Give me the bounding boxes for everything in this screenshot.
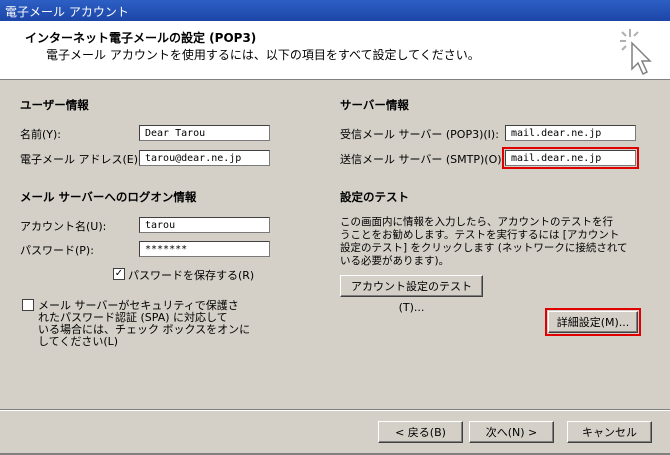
server-info-heading: サーバー情報 xyxy=(340,98,409,112)
next-button[interactable]: 次へ(N) > xyxy=(469,421,554,443)
password-label: パスワード(P): xyxy=(20,244,94,257)
header-subtitle: 電子メール アカウントを使用するには、以下の項目をすべて設定してください。 xyxy=(46,48,480,62)
incoming-server-field[interactable]: mail.dear.ne.jp xyxy=(505,125,636,141)
account-field[interactable]: tarou xyxy=(139,217,270,233)
spa-checkbox[interactable] xyxy=(22,299,34,311)
outgoing-server-label: 送信メール サーバー (SMTP)(O): xyxy=(340,153,506,166)
account-label: アカウント名(U): xyxy=(20,220,107,233)
footer-divider xyxy=(0,409,670,411)
spa-label-line-4: してください(L) xyxy=(38,335,119,348)
wizard-cursor-icon xyxy=(620,29,652,76)
incoming-server-label: 受信メール サーバー (POP3)(I): xyxy=(340,128,499,141)
back-button[interactable]: < 戻る(B) xyxy=(378,421,463,443)
email-label: 電子メール アドレス(E): xyxy=(20,153,142,166)
title-bar: 電子メール アカウント xyxy=(0,0,670,21)
test-heading: 設定のテスト xyxy=(340,190,409,204)
name-label: 名前(Y): xyxy=(20,128,62,141)
test-desc-line-4: いる必要があります)。 xyxy=(340,255,450,267)
wizard-header: インターネット電子メールの設定 (POP3) 電子メール アカウントを使用するに… xyxy=(0,21,670,80)
user-info-heading: ユーザー情報 xyxy=(20,98,89,112)
email-field[interactable]: tarou@dear.ne.jp xyxy=(139,150,270,166)
window-title: 電子メール アカウント xyxy=(5,5,129,19)
cancel-button[interactable]: キャンセル xyxy=(567,421,652,443)
test-account-settings-button[interactable]: アカウント設定のテスト(T)... xyxy=(340,275,483,314)
logon-info-heading: メール サーバーへのログオン情報 xyxy=(20,190,197,204)
header-title: インターネット電子メールの設定 (POP3) xyxy=(25,31,257,45)
name-field[interactable]: Dear Tarou xyxy=(139,125,270,141)
advanced-settings-button[interactable]: 詳細設定(M)... xyxy=(545,308,641,336)
password-field[interactable]: ******* xyxy=(139,241,270,257)
save-password-checkbox[interactable]: ✓ xyxy=(113,268,125,280)
outgoing-server-field[interactable]: mail.dear.ne.jp xyxy=(502,147,639,169)
save-password-label: パスワードを保存する(R) xyxy=(128,269,255,282)
